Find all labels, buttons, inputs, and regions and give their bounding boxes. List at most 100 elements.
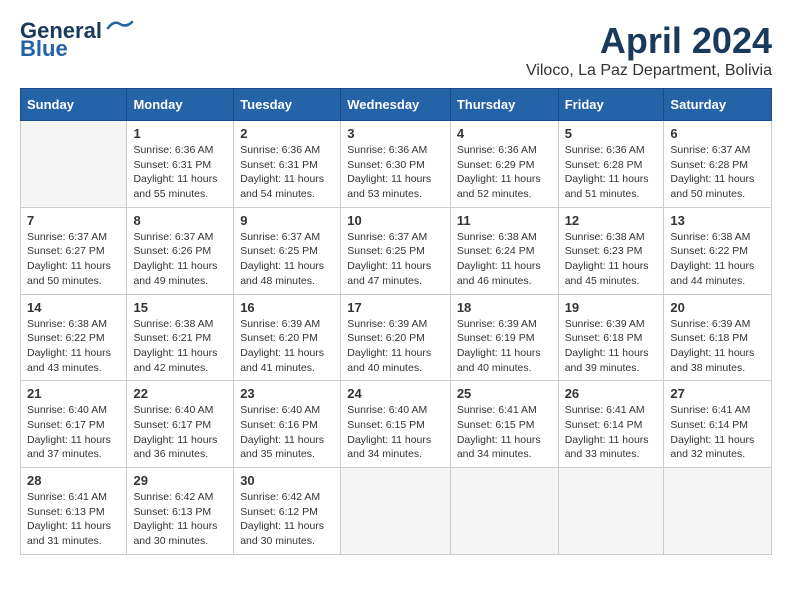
calendar-week-3: 14Sunrise: 6:38 AMSunset: 6:22 PMDayligh… bbox=[21, 294, 772, 381]
calendar-cell: 19 Sunrise: 6:39 AMSunset: 6:18 PMDayligh… bbox=[558, 294, 664, 381]
day-info: Sunrise: 6:37 AMSunset: 6:25 PMDaylight:… bbox=[347, 230, 444, 289]
day-info: Sunrise: 6:38 AMSunset: 6:23 PMDaylight:… bbox=[565, 230, 658, 289]
day-number: 30 bbox=[240, 473, 334, 488]
calendar-week-5: 28 Sunrise: 6:41 AMSunset: 6:13 PMDayligh… bbox=[21, 468, 772, 555]
day-info: Sunrise: 6:37 AMSunset: 6:25 PMDaylight:… bbox=[240, 230, 334, 289]
calendar-cell: 27 Sunrise: 6:41 AMSunset: 6:14 PMDayligh… bbox=[664, 381, 772, 468]
title-section: April 2024 Viloco, La Paz Department, Bo… bbox=[526, 20, 772, 80]
calendar-cell: 8Sunrise: 6:37 AMSunset: 6:26 PMDaylight… bbox=[127, 207, 234, 294]
calendar-cell: 14Sunrise: 6:38 AMSunset: 6:22 PMDayligh… bbox=[21, 294, 127, 381]
weekday-header-wednesday: Wednesday bbox=[341, 89, 451, 121]
calendar-cell: 12 Sunrise: 6:38 AMSunset: 6:23 PMDayligh… bbox=[558, 207, 664, 294]
calendar-cell: 30 Sunrise: 6:42 AMSunset: 6:12 PMDayligh… bbox=[234, 468, 341, 555]
logo-bird-icon bbox=[106, 18, 134, 36]
day-number: 17 bbox=[347, 300, 444, 315]
calendar-cell: 9 Sunrise: 6:37 AMSunset: 6:25 PMDaylight… bbox=[234, 207, 341, 294]
day-info: Sunrise: 6:36 AMSunset: 6:31 PMDaylight:… bbox=[240, 143, 334, 202]
day-number: 18 bbox=[457, 300, 552, 315]
calendar-cell bbox=[664, 468, 772, 555]
logo-blue: Blue bbox=[20, 38, 68, 60]
day-number: 9 bbox=[240, 213, 334, 228]
day-number: 28 bbox=[27, 473, 120, 488]
day-number: 19 bbox=[565, 300, 658, 315]
calendar-cell: 21 Sunrise: 6:40 AMSunset: 6:17 PMDayligh… bbox=[21, 381, 127, 468]
day-number: 25 bbox=[457, 386, 552, 401]
day-info: Sunrise: 6:42 AMSunset: 6:13 PMDaylight:… bbox=[133, 490, 227, 549]
calendar-cell: 15 Sunrise: 6:38 AMSunset: 6:21 PMDayligh… bbox=[127, 294, 234, 381]
calendar-cell: 11 Sunrise: 6:38 AMSunset: 6:24 PMDayligh… bbox=[450, 207, 558, 294]
day-number: 7 bbox=[27, 213, 120, 228]
calendar-cell: 24 Sunrise: 6:40 AMSunset: 6:15 PMDayligh… bbox=[341, 381, 451, 468]
day-number: 6 bbox=[670, 126, 765, 141]
day-number: 16 bbox=[240, 300, 334, 315]
day-info: Sunrise: 6:39 AMSunset: 6:20 PMDaylight:… bbox=[347, 317, 444, 376]
day-info: Sunrise: 6:36 AMSunset: 6:30 PMDaylight:… bbox=[347, 143, 444, 202]
day-info: Sunrise: 6:40 AMSunset: 6:17 PMDaylight:… bbox=[133, 403, 227, 462]
day-info: Sunrise: 6:39 AMSunset: 6:18 PMDaylight:… bbox=[670, 317, 765, 376]
calendar-cell: 6Sunrise: 6:37 AMSunset: 6:28 PMDaylight… bbox=[664, 121, 772, 208]
calendar-cell: 17 Sunrise: 6:39 AMSunset: 6:20 PMDayligh… bbox=[341, 294, 451, 381]
calendar-cell: 22 Sunrise: 6:40 AMSunset: 6:17 PMDayligh… bbox=[127, 381, 234, 468]
day-number: 22 bbox=[133, 386, 227, 401]
calendar-cell: 25 Sunrise: 6:41 AMSunset: 6:15 PMDayligh… bbox=[450, 381, 558, 468]
location-subtitle: Viloco, La Paz Department, Bolivia bbox=[526, 62, 772, 80]
day-number: 4 bbox=[457, 126, 552, 141]
day-number: 13 bbox=[670, 213, 765, 228]
weekday-header-sunday: Sunday bbox=[21, 89, 127, 121]
day-info: Sunrise: 6:37 AMSunset: 6:27 PMDaylight:… bbox=[27, 230, 120, 289]
calendar-cell: 18Sunrise: 6:39 AMSunset: 6:19 PMDayligh… bbox=[450, 294, 558, 381]
calendar-cell: 4 Sunrise: 6:36 AMSunset: 6:29 PMDaylight… bbox=[450, 121, 558, 208]
calendar-cell: 2Sunrise: 6:36 AMSunset: 6:31 PMDaylight… bbox=[234, 121, 341, 208]
day-number: 20 bbox=[670, 300, 765, 315]
calendar-cell bbox=[21, 121, 127, 208]
day-number: 11 bbox=[457, 213, 552, 228]
day-number: 15 bbox=[133, 300, 227, 315]
calendar-cell bbox=[558, 468, 664, 555]
weekday-header-thursday: Thursday bbox=[450, 89, 558, 121]
weekday-header-friday: Friday bbox=[558, 89, 664, 121]
day-number: 5 bbox=[565, 126, 658, 141]
day-number: 10 bbox=[347, 213, 444, 228]
day-number: 21 bbox=[27, 386, 120, 401]
day-info: Sunrise: 6:36 AMSunset: 6:29 PMDaylight:… bbox=[457, 143, 552, 202]
day-info: Sunrise: 6:38 AMSunset: 6:22 PMDaylight:… bbox=[670, 230, 765, 289]
day-info: Sunrise: 6:39 AMSunset: 6:18 PMDaylight:… bbox=[565, 317, 658, 376]
day-info: Sunrise: 6:38 AMSunset: 6:21 PMDaylight:… bbox=[133, 317, 227, 376]
day-info: Sunrise: 6:38 AMSunset: 6:24 PMDaylight:… bbox=[457, 230, 552, 289]
calendar-cell: 7 Sunrise: 6:37 AMSunset: 6:27 PMDaylight… bbox=[21, 207, 127, 294]
logo: General Blue bbox=[20, 20, 134, 60]
day-number: 3 bbox=[347, 126, 444, 141]
calendar-week-1: 1 Sunrise: 6:36 AMSunset: 6:31 PMDaylight… bbox=[21, 121, 772, 208]
calendar-cell: 29 Sunrise: 6:42 AMSunset: 6:13 PMDayligh… bbox=[127, 468, 234, 555]
day-number: 26 bbox=[565, 386, 658, 401]
day-info: Sunrise: 6:36 AMSunset: 6:28 PMDaylight:… bbox=[565, 143, 658, 202]
day-number: 29 bbox=[133, 473, 227, 488]
calendar-week-4: 21 Sunrise: 6:40 AMSunset: 6:17 PMDayligh… bbox=[21, 381, 772, 468]
day-number: 12 bbox=[565, 213, 658, 228]
day-info: Sunrise: 6:41 AMSunset: 6:14 PMDaylight:… bbox=[670, 403, 765, 462]
day-number: 1 bbox=[133, 126, 227, 141]
day-info: Sunrise: 6:40 AMSunset: 6:15 PMDaylight:… bbox=[347, 403, 444, 462]
day-info: Sunrise: 6:39 AMSunset: 6:20 PMDaylight:… bbox=[240, 317, 334, 376]
calendar-week-2: 7 Sunrise: 6:37 AMSunset: 6:27 PMDaylight… bbox=[21, 207, 772, 294]
day-number: 27 bbox=[670, 386, 765, 401]
calendar-cell: 5 Sunrise: 6:36 AMSunset: 6:28 PMDaylight… bbox=[558, 121, 664, 208]
day-info: Sunrise: 6:41 AMSunset: 6:15 PMDaylight:… bbox=[457, 403, 552, 462]
calendar-cell bbox=[341, 468, 451, 555]
calendar-cell: 16 Sunrise: 6:39 AMSunset: 6:20 PMDayligh… bbox=[234, 294, 341, 381]
calendar-cell: 20 Sunrise: 6:39 AMSunset: 6:18 PMDayligh… bbox=[664, 294, 772, 381]
calendar-cell: 13 Sunrise: 6:38 AMSunset: 6:22 PMDayligh… bbox=[664, 207, 772, 294]
day-info: Sunrise: 6:36 AMSunset: 6:31 PMDaylight:… bbox=[133, 143, 227, 202]
day-info: Sunrise: 6:38 AMSunset: 6:22 PMDaylight:… bbox=[27, 317, 120, 376]
calendar-cell: 10 Sunrise: 6:37 AMSunset: 6:25 PMDayligh… bbox=[341, 207, 451, 294]
calendar-cell: 1 Sunrise: 6:36 AMSunset: 6:31 PMDaylight… bbox=[127, 121, 234, 208]
day-info: Sunrise: 6:40 AMSunset: 6:17 PMDaylight:… bbox=[27, 403, 120, 462]
calendar-table: SundayMondayTuesdayWednesdayThursdayFrid… bbox=[20, 88, 772, 555]
page-header: General Blue April 2024 Viloco, La Paz D… bbox=[20, 20, 772, 80]
day-info: Sunrise: 6:41 AMSunset: 6:13 PMDaylight:… bbox=[27, 490, 120, 549]
day-number: 24 bbox=[347, 386, 444, 401]
calendar-cell: 3 Sunrise: 6:36 AMSunset: 6:30 PMDaylight… bbox=[341, 121, 451, 208]
day-info: Sunrise: 6:42 AMSunset: 6:12 PMDaylight:… bbox=[240, 490, 334, 549]
day-number: 23 bbox=[240, 386, 334, 401]
day-number: 8 bbox=[133, 213, 227, 228]
